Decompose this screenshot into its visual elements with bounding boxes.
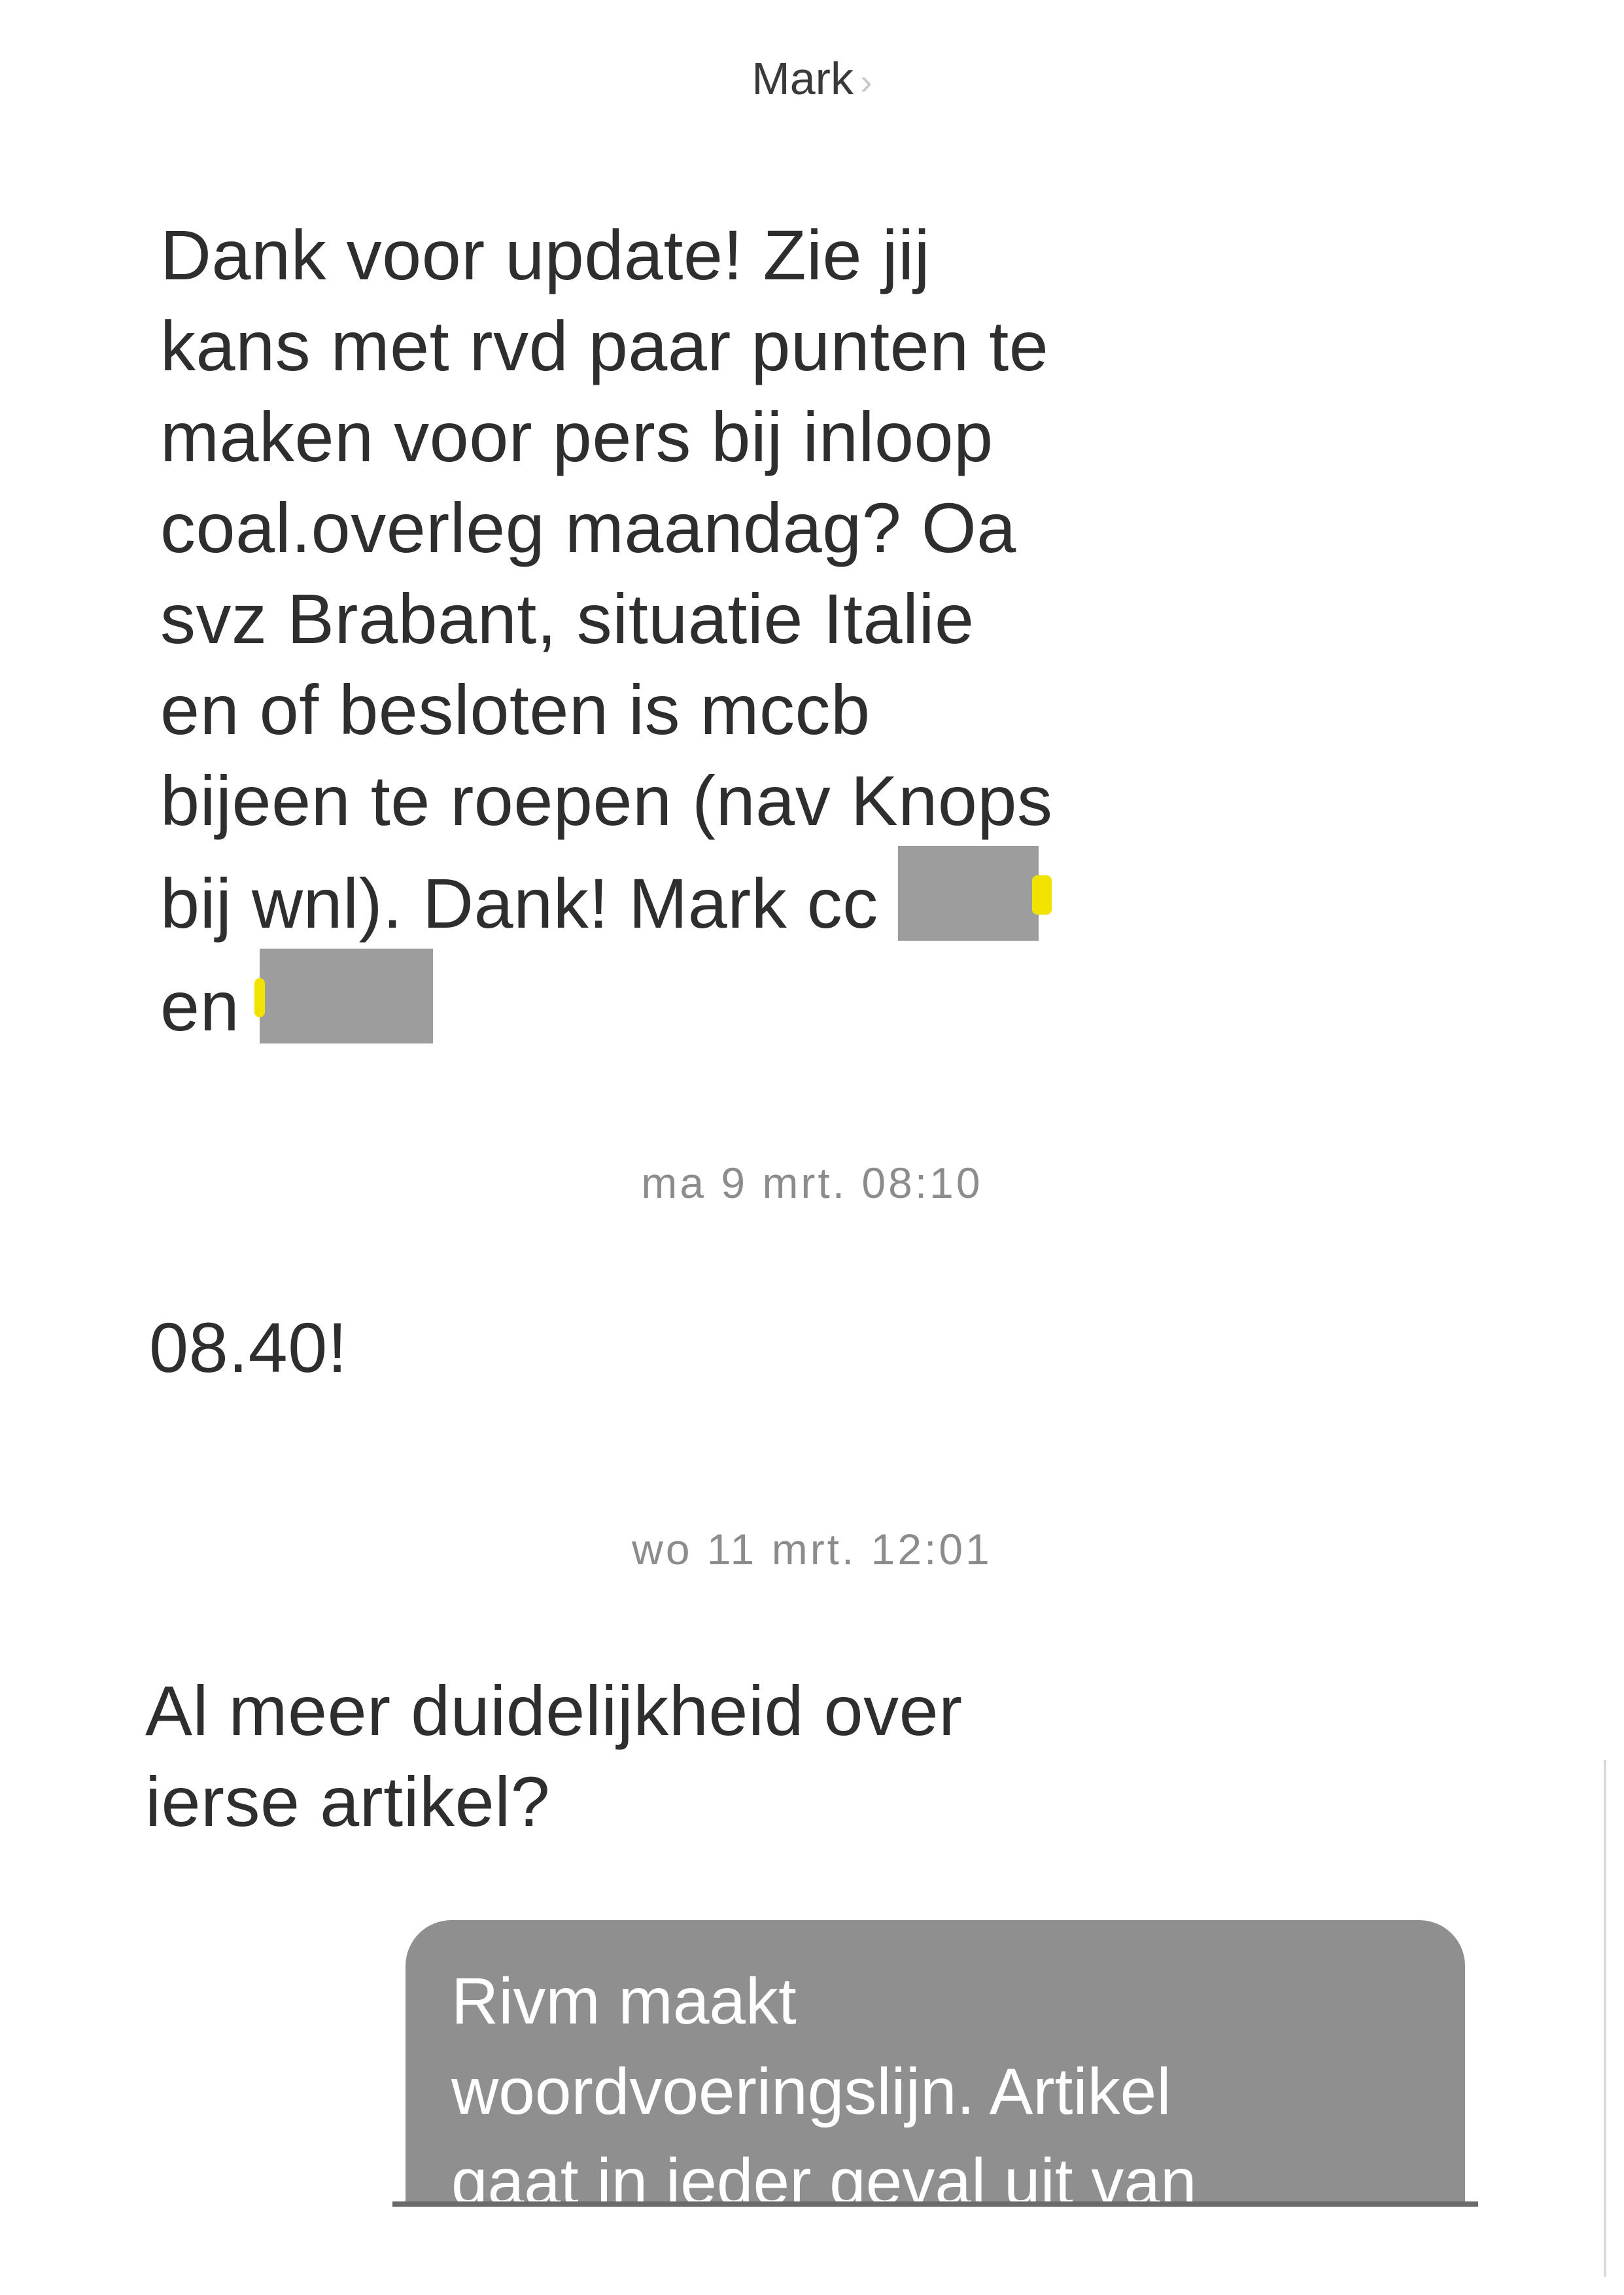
highlight-mark [1032,875,1052,915]
message-line: svz Brabant, situatie Italie [160,579,975,658]
message-line-with-redaction: bij wnl). Dank! Mark cc [160,846,1052,949]
message-line: ierse artikel? [145,1762,551,1841]
message-line: en of besloten is mccb [160,670,871,749]
message-timestamp: wo 11 mrt. 12:01 [632,1525,992,1573]
message-timestamp: ma 9 mrt. 08:10 [641,1159,983,1207]
conversation-header[interactable]: Mark › [0,52,1624,105]
message-line: Al meer duidelijkheid over [145,1671,963,1750]
contact-name[interactable]: Mark [752,53,854,104]
incoming-message: Al meer duidelijkheid over ierse artikel… [145,1665,963,1847]
message-text: bij wnl). Dank! Mark cc [160,864,878,943]
incoming-message: Dank voor update! Zie jij kans met rvd p… [160,209,1052,1051]
message-line: coal.overleg maandag? Oa [160,488,1016,567]
message-line: Dank voor update! Zie jij [160,215,931,294]
screenshot-crop-edge [392,2201,1478,2207]
outgoing-message-bubble: Rivm maakt woordvoeringslijn. Artikel ga… [406,1920,1465,2201]
message-line: kans met rvd paar punten te [160,306,1049,385]
incoming-message: 08.40! [149,1302,347,1393]
message-line: gaat in ieder geval uit van [451,2145,1197,2201]
message-line: bijeen te roepen (nav Knops [160,761,1053,840]
redaction-block [254,949,433,1043]
redaction-block [898,846,1052,941]
message-text: en [160,966,240,1045]
message-line: Rivm maakt [451,1965,797,2038]
message-line: maken voor pers bij inloop [160,397,993,476]
message-line: woordvoeringslijn. Artikel [451,2055,1171,2128]
chevron-right-icon[interactable]: › [860,61,872,102]
highlight-mark [254,978,265,1017]
message-line-with-redaction: en [160,949,1052,1051]
scroll-edge [1604,1760,1606,2277]
message-line: 08.40! [149,1308,348,1387]
